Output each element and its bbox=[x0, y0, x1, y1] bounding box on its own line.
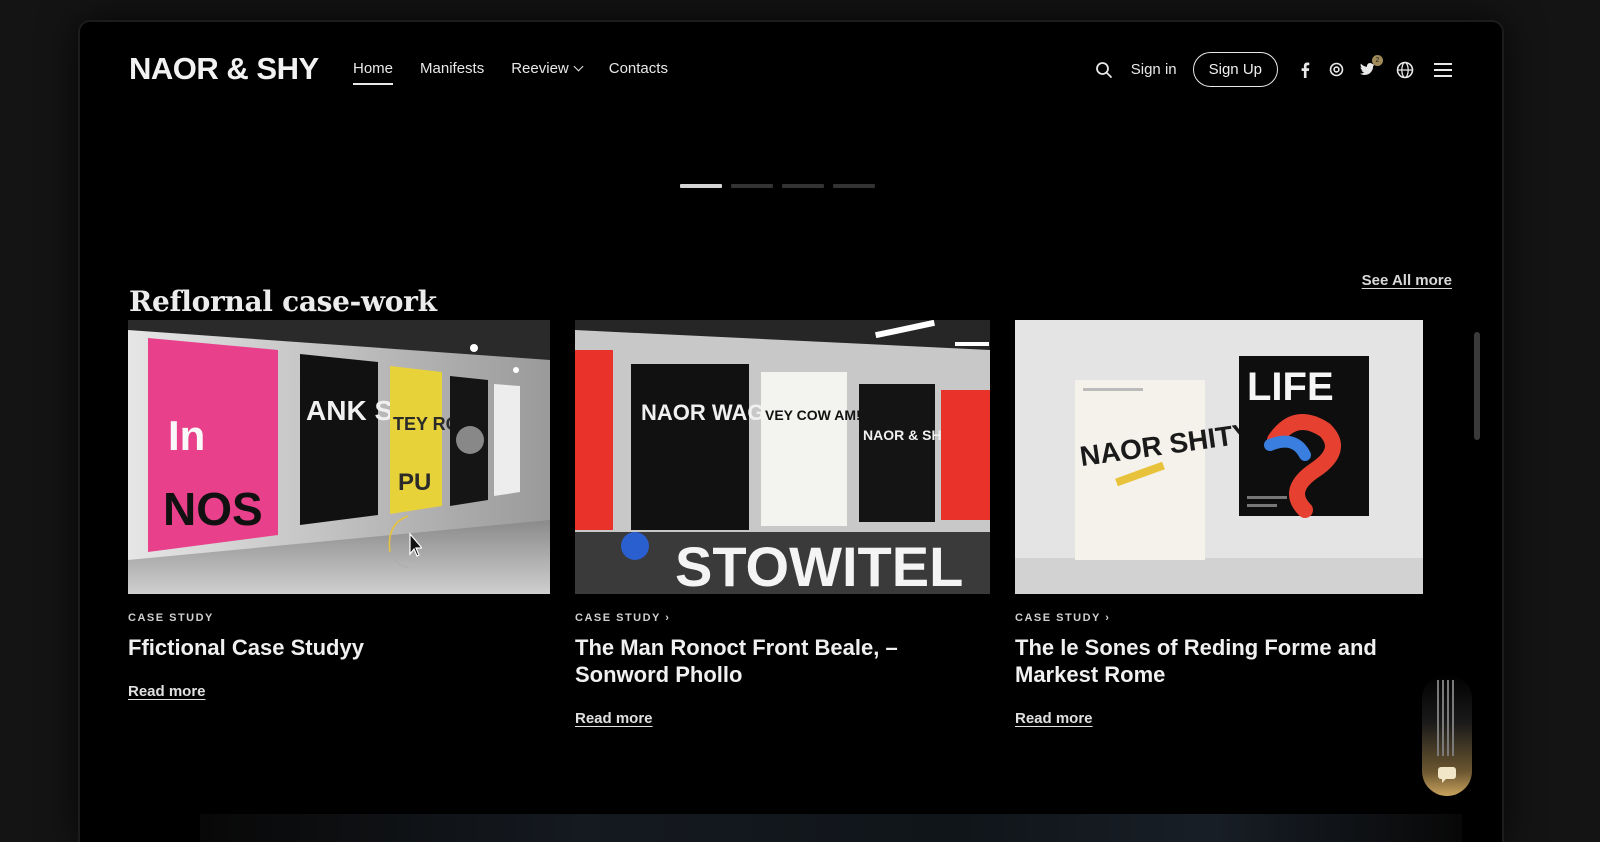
screen-frame: NAOR & SHY Home Manifests Reeview Contac… bbox=[80, 22, 1502, 842]
gallery-wall-illustration: In NOS ANK SOF TEY ROR PU bbox=[128, 320, 550, 594]
nav-item-manifests[interactable]: Manifests bbox=[420, 60, 484, 83]
hamburger-icon[interactable] bbox=[1432, 59, 1454, 81]
section-title: Reflornal case-work bbox=[129, 285, 437, 318]
nav-item-contacts[interactable]: Contacts bbox=[609, 60, 668, 83]
gallery-wall-illustration: NAOR WAGHT SHY VEY COW AM! NAOR & SHY ST… bbox=[575, 320, 990, 594]
card-image[interactable]: In NOS ANK SOF TEY ROR PU bbox=[128, 320, 550, 594]
slider-pagination bbox=[680, 184, 875, 188]
slider-dot[interactable] bbox=[731, 184, 773, 188]
see-all-link[interactable]: See All more bbox=[1362, 272, 1452, 289]
slider-dot[interactable] bbox=[680, 184, 722, 188]
social-links: 2 bbox=[1294, 54, 1383, 81]
sign-in-link[interactable]: Sign in bbox=[1131, 61, 1177, 78]
notification-badge: 2 bbox=[1372, 54, 1383, 66]
nav-item-review[interactable]: Reeview bbox=[511, 60, 584, 83]
card-title[interactable]: The Man Ronoct Front Beale, – Sonword Ph… bbox=[575, 634, 990, 688]
widget-lines bbox=[1437, 680, 1457, 756]
read-more-link[interactable]: Read more bbox=[1015, 710, 1093, 727]
nav-item-home[interactable]: Home bbox=[353, 60, 394, 85]
facebook-icon[interactable] bbox=[1294, 59, 1316, 81]
poster-text: STOWITEL bbox=[675, 535, 963, 594]
case-study-card[interactable]: NAOR SHITY LIFE CASE STUDY › The le Sone… bbox=[1015, 320, 1423, 728]
slider-dot[interactable] bbox=[833, 184, 875, 188]
nav-item-label: Home bbox=[353, 60, 394, 77]
sign-up-button[interactable]: Sign Up bbox=[1192, 52, 1278, 87]
card-image[interactable]: NAOR WAGHT SHY VEY COW AM! NAOR & SHY ST… bbox=[575, 320, 990, 594]
card-tag: CASE STUDY › bbox=[1015, 612, 1111, 624]
poster-text: LIFE bbox=[1247, 365, 1334, 409]
read-more-link[interactable]: Read more bbox=[575, 710, 653, 727]
read-more-link[interactable]: Read more bbox=[128, 683, 206, 700]
site-header: NAOR & SHY Home Manifests Reeview Contac… bbox=[80, 22, 1502, 114]
next-section-preview bbox=[200, 814, 1462, 842]
nav-item-label: Contacts bbox=[608, 60, 668, 77]
poster-text: NAOR & SHY bbox=[863, 427, 952, 443]
main-nav: Home Manifests Reeview Contacts bbox=[353, 60, 668, 85]
poster-mockup-illustration: NAOR SHITY LIFE bbox=[1015, 320, 1423, 594]
card-tag: CASE STUDY › bbox=[575, 612, 671, 624]
mouse-cursor-icon bbox=[388, 515, 422, 569]
nav-item-label: Reeview bbox=[511, 60, 569, 77]
header-tools: Sign in Sign Up 2 bbox=[1093, 52, 1454, 87]
instagram-icon[interactable] bbox=[1325, 59, 1347, 81]
search-icon[interactable] bbox=[1093, 59, 1115, 81]
poster-text: PU bbox=[398, 469, 431, 496]
chevron-down-icon bbox=[573, 61, 584, 72]
slider-dot[interactable] bbox=[782, 184, 824, 188]
poster-text: VEY COW AM! bbox=[765, 407, 861, 423]
floating-chat-widget[interactable] bbox=[1422, 674, 1472, 796]
site-logo[interactable]: NAOR & SHY bbox=[129, 51, 319, 87]
card-title[interactable]: Ffictional Case Studyy bbox=[128, 634, 550, 661]
card-title[interactable]: The le Sones of Reding Forme and Markest… bbox=[1015, 634, 1423, 688]
card-image[interactable]: NAOR SHITY LIFE bbox=[1015, 320, 1423, 594]
card-tag: CASE STUDY bbox=[128, 612, 214, 624]
poster-text: In bbox=[168, 412, 205, 459]
case-study-card[interactable]: NAOR WAGHT SHY VEY COW AM! NAOR & SHY ST… bbox=[575, 320, 990, 728]
poster-text: NOS bbox=[163, 483, 263, 535]
twitter-icon[interactable]: 2 bbox=[1356, 54, 1383, 81]
nav-item-label: Manifests bbox=[420, 60, 485, 77]
globe-icon[interactable] bbox=[1394, 59, 1416, 81]
case-study-card[interactable]: In NOS ANK SOF TEY ROR PU CASE STUDY Ffi… bbox=[128, 320, 550, 701]
chat-icon bbox=[1438, 767, 1456, 783]
scrollbar[interactable] bbox=[1474, 332, 1480, 440]
